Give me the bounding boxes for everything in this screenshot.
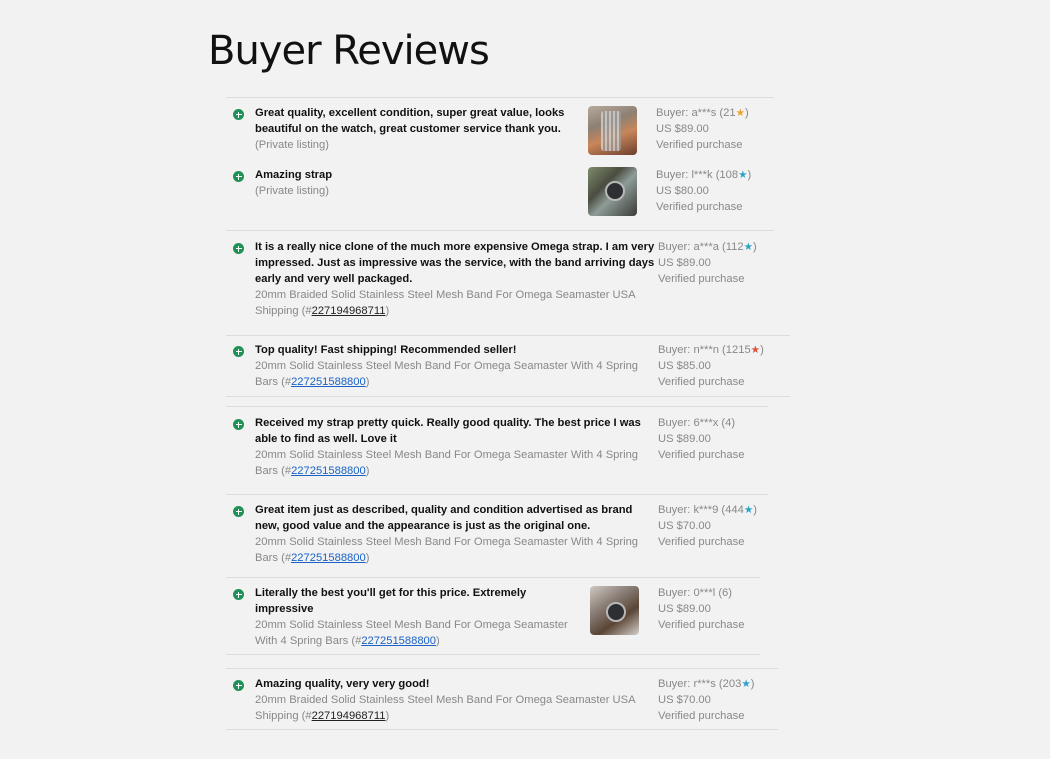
star-icon: ★ xyxy=(741,678,751,690)
review-body: Received my strap pretty quick. Really g… xyxy=(255,415,655,479)
review-comment: Amazing quality, very very good! xyxy=(255,678,430,690)
item-number-link[interactable]: 227251588800 xyxy=(291,376,366,388)
review-item: Great quality, excellent condition, supe… xyxy=(226,97,774,157)
star-icon: ★ xyxy=(738,169,748,181)
review-comment: Literally the best you'll get for this p… xyxy=(255,587,527,615)
review-body: Amazing strap (Private listing) xyxy=(255,167,575,199)
item-title: 20mm Braided Solid Stainless Steel Mesh … xyxy=(255,694,636,722)
item-number-link[interactable]: 227251588800 xyxy=(291,465,366,477)
review-comment: It is a really nice clone of the much mo… xyxy=(255,241,655,285)
review-item: Amazing quality, very very good! 20mm Br… xyxy=(226,668,778,730)
watch-closeup-photo[interactable] xyxy=(590,586,639,635)
item-number-link[interactable]: 227194968711 xyxy=(312,710,386,722)
verified-purchase-label: Verified purchase xyxy=(658,273,745,285)
plus-circle-icon xyxy=(233,346,244,357)
item-title: (Private listing) xyxy=(255,185,329,197)
mesh-band-graphic xyxy=(601,111,621,151)
item-title: 20mm Solid Stainless Steel Mesh Band For… xyxy=(255,536,639,564)
plus-circle-icon xyxy=(233,243,244,254)
watch-on-wrist-photo[interactable] xyxy=(588,167,637,216)
watch-dial-graphic xyxy=(606,602,626,622)
purchase-price: US $80.00 xyxy=(656,185,709,197)
item-title: 20mm Solid Stainless Steel Mesh Band For… xyxy=(255,449,639,477)
review-item: Top quality! Fast shipping! Recommended … xyxy=(226,335,790,397)
purchase-price: US $89.00 xyxy=(658,257,711,269)
item-number-link[interactable]: 227251588800 xyxy=(361,635,436,647)
watch-dial-graphic xyxy=(605,181,625,201)
review-item: Amazing strap (Private listing) Buyer: l… xyxy=(226,160,774,221)
plus-circle-icon xyxy=(233,109,244,120)
purchase-price: US $89.00 xyxy=(658,433,711,445)
buyer-info: Buyer: r***s (203★) US $70.00 Verified p… xyxy=(658,676,754,724)
plus-circle-icon xyxy=(233,680,244,691)
buyer-name: Buyer: r***s (203★) xyxy=(658,678,755,690)
review-item: Received my strap pretty quick. Really g… xyxy=(226,406,768,494)
plus-circle-icon xyxy=(233,589,244,600)
buyer-info: Buyer: a***s (21★) US $89.00 Verified pu… xyxy=(656,105,749,153)
buyer-name: Buyer: k***9 (444★) xyxy=(658,504,757,516)
review-comment: Top quality! Fast shipping! Recommended … xyxy=(255,344,517,356)
star-icon: ★ xyxy=(735,107,746,119)
buyer-info: Buyer: 6***x (4) US $89.00 Verified purc… xyxy=(658,415,744,463)
buyer-reviews-page: Buyer Reviews Great quality, excellent c… xyxy=(0,0,1050,759)
review-comment: Great item just as described, quality an… xyxy=(255,504,633,532)
item-title: 20mm Braided Solid Stainless Steel Mesh … xyxy=(255,289,636,317)
item-title: 20mm Solid Stainless Steel Mesh Band For… xyxy=(255,619,568,647)
review-comment: Received my strap pretty quick. Really g… xyxy=(255,417,641,445)
verified-purchase-label: Verified purchase xyxy=(658,710,745,722)
buyer-name: Buyer: a***s (21★) xyxy=(656,107,749,119)
plus-circle-icon xyxy=(233,506,244,517)
plus-circle-icon xyxy=(233,419,244,430)
buyer-info: Buyer: k***9 (444★) US $70.00 Verified p… xyxy=(658,502,757,550)
watch-mesh-band-photo[interactable] xyxy=(588,106,637,155)
purchase-price: US $70.00 xyxy=(658,520,711,532)
verified-purchase-label: Verified purchase xyxy=(656,201,743,213)
buyer-name: Buyer: n***n (1215★) xyxy=(658,344,764,356)
verified-purchase-label: Verified purchase xyxy=(658,619,745,631)
purchase-price: US $85.00 xyxy=(658,360,711,372)
verified-purchase-label: Verified purchase xyxy=(658,536,745,548)
purchase-price: US $70.00 xyxy=(658,694,711,706)
review-body: Top quality! Fast shipping! Recommended … xyxy=(255,342,655,390)
review-body: Great item just as described, quality an… xyxy=(255,502,655,566)
plus-circle-icon xyxy=(233,171,244,182)
buyer-name: Buyer: a***a (112★) xyxy=(658,241,757,253)
review-comment: Great quality, excellent condition, supe… xyxy=(255,107,565,135)
purchase-price: US $89.00 xyxy=(658,603,711,615)
review-item: Literally the best you'll get for this p… xyxy=(226,577,760,655)
star-icon: ★ xyxy=(750,344,761,356)
buyer-info: Buyer: a***a (112★) US $89.00 Verified p… xyxy=(658,239,757,287)
purchase-price: US $89.00 xyxy=(656,123,709,135)
star-icon: ★ xyxy=(743,504,754,516)
review-body: Great quality, excellent condition, supe… xyxy=(255,105,575,153)
item-title: (Private listing) xyxy=(255,139,329,151)
star-icon: ★ xyxy=(743,241,754,253)
buyer-info: Buyer: l***k (108★) US $80.00 Verified p… xyxy=(656,167,751,215)
buyer-name: Buyer: 0***l (6) xyxy=(658,587,732,599)
review-body: Amazing quality, very very good! 20mm Br… xyxy=(255,676,655,724)
buyer-name: Buyer: 6***x (4) xyxy=(658,417,736,429)
item-number-link[interactable]: 227194968711 xyxy=(312,305,386,317)
buyer-info: Buyer: 0***l (6) US $89.00 Verified purc… xyxy=(658,585,744,633)
review-body: Literally the best you'll get for this p… xyxy=(255,585,575,649)
item-title: 20mm Solid Stainless Steel Mesh Band For… xyxy=(255,360,639,388)
review-body: It is a really nice clone of the much mo… xyxy=(255,239,655,319)
review-item: Great item just as described, quality an… xyxy=(226,494,768,577)
buyer-info: Buyer: n***n (1215★) US $85.00 Verified … xyxy=(658,342,764,390)
buyer-name: Buyer: l***k (108★) xyxy=(656,169,752,181)
page-title: Buyer Reviews xyxy=(208,28,490,74)
review-item: It is a really nice clone of the much mo… xyxy=(226,230,774,335)
verified-purchase-label: Verified purchase xyxy=(658,376,745,388)
verified-purchase-label: Verified purchase xyxy=(656,139,743,151)
review-comment: Amazing strap xyxy=(255,169,333,181)
item-number-link[interactable]: 227251588800 xyxy=(291,552,366,564)
verified-purchase-label: Verified purchase xyxy=(658,449,745,461)
